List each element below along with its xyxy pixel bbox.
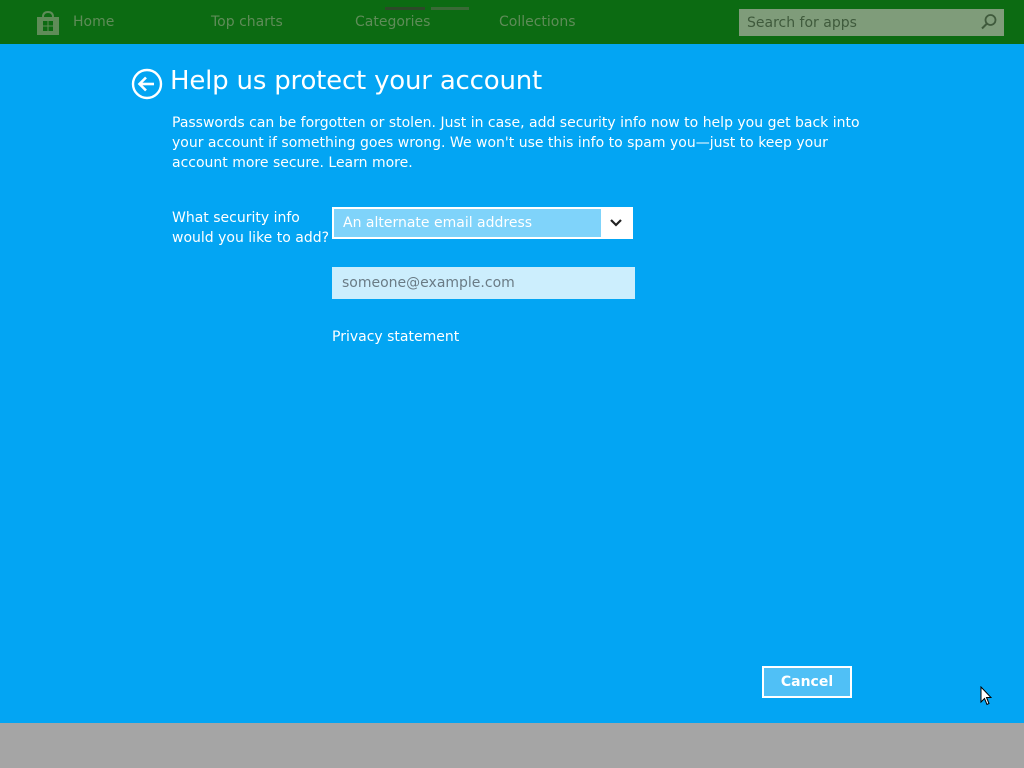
page-title: Help us protect your account — [170, 66, 543, 96]
description-text: Passwords can be forgotten or stolen. Ju… — [172, 113, 862, 173]
store-nav-bar: Home Top charts Categories Collections — [0, 0, 1024, 44]
chevron-down-icon — [610, 219, 622, 227]
nav-active-indicator — [385, 7, 425, 10]
nav-indicator-secondary — [431, 7, 469, 10]
search-box — [739, 9, 1004, 36]
search-icon[interactable] — [980, 13, 998, 31]
nav-top-charts[interactable]: Top charts — [211, 14, 283, 30]
nav-collections[interactable]: Collections — [499, 14, 576, 30]
protect-account-dialog: Help us protect your account Passwords c… — [0, 44, 1024, 723]
select-value: An alternate email address — [343, 215, 533, 231]
search-input[interactable] — [739, 9, 982, 36]
store-bag-icon[interactable] — [34, 9, 62, 37]
background-strip — [0, 723, 1024, 768]
mouse-cursor-icon — [980, 686, 992, 706]
description-body: Passwords can be forgotten or stolen. Ju… — [172, 115, 860, 171]
nav-categories[interactable]: Categories — [355, 14, 430, 30]
security-info-label: What security info would you like to add… — [172, 210, 330, 246]
email-field[interactable] — [332, 267, 635, 299]
back-arrow-icon[interactable] — [131, 68, 163, 100]
learn-more-link[interactable]: Learn more. — [328, 155, 412, 171]
privacy-statement-link[interactable]: Privacy statement — [332, 329, 459, 345]
security-info-select[interactable]: An alternate email address — [332, 207, 633, 239]
cancel-button[interactable]: Cancel — [762, 666, 852, 698]
dropdown-button[interactable] — [601, 209, 631, 237]
nav-home[interactable]: Home — [73, 14, 114, 30]
